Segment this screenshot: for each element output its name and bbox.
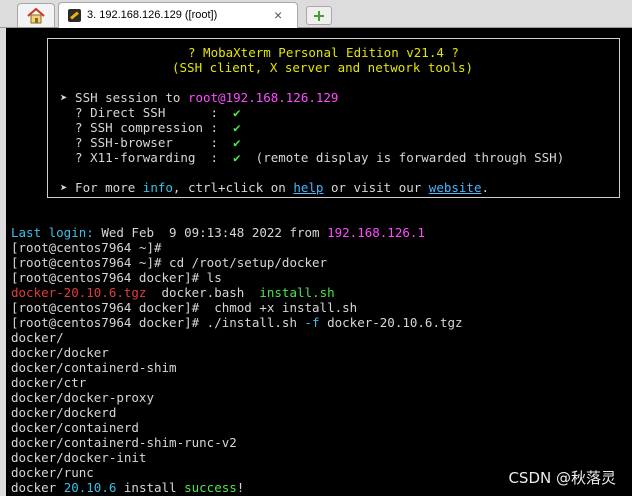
output-line: docker/docker-init xyxy=(11,450,147,465)
more-mid: , ctrl+click on xyxy=(172,180,294,195)
output-line: docker/dockerd xyxy=(11,405,117,420)
new-tab-icon xyxy=(314,10,324,21)
direct-ssh-label: ? Direct SSH : xyxy=(60,105,234,120)
output-line: docker/containerd xyxy=(11,420,139,435)
x11-note: (remote display is forwarded through SSH… xyxy=(240,150,565,165)
last-login-time: Wed Feb 9 09:13:48 2022 from xyxy=(93,225,328,240)
output-line: docker/docker-proxy xyxy=(11,390,154,405)
close-icon[interactable]: × xyxy=(274,7,282,23)
output-line: docker/containerd-shim-runc-v2 xyxy=(11,435,237,450)
info-link[interactable]: info xyxy=(143,180,173,195)
ssh-compression-label: ? SSH compression : xyxy=(60,120,234,135)
install-arg: docker-20.10.6.tgz xyxy=(319,315,463,330)
ls-bash-file: docker.bash xyxy=(146,285,260,300)
final-prefix: docker xyxy=(11,480,64,495)
output-line: docker/ctr xyxy=(11,375,87,390)
home-icon xyxy=(27,7,45,23)
output-line: docker/ xyxy=(11,330,64,345)
ls-sh-file: install.sh xyxy=(259,285,335,300)
final-version: 20.10.6 xyxy=(63,480,117,495)
more-mid2: or visit our xyxy=(323,180,429,195)
website-link[interactable]: website xyxy=(429,180,482,195)
banner-title: ? MobaXterm Personal Edition v21.4 ? xyxy=(188,45,459,60)
ssh-browser-line: ? SSH-browser : ✔ xyxy=(60,135,241,150)
session-tab[interactable]: 3. 192.168.126.129 ([root]) × xyxy=(58,2,298,28)
home-tab[interactable] xyxy=(17,3,55,27)
tab-bar: 3. 192.168.126.129 ([root]) × xyxy=(0,0,632,28)
ssh-session-line: ➤ SSH session to root@192.168.126.129 xyxy=(60,90,338,105)
ls-command-line: [root@centos7964 docker]# ls xyxy=(11,270,222,285)
more-prefix: ➤ For more xyxy=(60,180,143,195)
final-success: success xyxy=(184,480,237,495)
ssh-browser-label: ? SSH-browser : xyxy=(60,135,234,150)
help-link[interactable]: help xyxy=(293,180,323,195)
x11-forwarding-label: ? X11-forwarding : xyxy=(60,150,234,165)
check-icon: ✔ xyxy=(233,135,241,150)
install-flag: -f xyxy=(304,315,320,330)
install-prompt: [root@centos7964 docker]# ./install.sh xyxy=(11,315,305,330)
chmod-command-line: [root@centos7964 docker]# chmod +x insta… xyxy=(11,300,358,315)
ssh-session-prefix: ➤ SSH session to xyxy=(60,90,188,105)
x11-forwarding-line: ? X11-forwarding : ✔ (remote display is … xyxy=(60,150,564,165)
last-login-label: Last login: xyxy=(11,225,94,240)
more-info-line: ➤ For more info, ctrl+click on help or v… xyxy=(60,180,489,195)
output-line: docker/runc xyxy=(11,465,94,480)
banner-subtitle: (SSH client, X server and network tools) xyxy=(172,60,474,75)
direct-ssh-line: ? Direct SSH : ✔ xyxy=(60,105,241,120)
ls-tgz-file: docker-20.10.6.tgz xyxy=(11,285,147,300)
new-tab-button[interactable] xyxy=(306,6,332,25)
check-icon: ✔ xyxy=(233,120,241,135)
check-icon: ✔ xyxy=(233,105,241,120)
terminal-area[interactable]: ? MobaXterm Personal Edition v21.4 ? (SS… xyxy=(0,28,632,496)
ssh-target: root@192.168.126.129 xyxy=(187,90,339,105)
ls-output-line: docker-20.10.6.tgz docker.bash install.s… xyxy=(11,285,335,300)
watermark: CSDN @秋落灵 xyxy=(508,469,616,487)
more-end: . xyxy=(481,180,490,195)
terminal-icon xyxy=(68,9,81,22)
check-icon: ✔ xyxy=(233,150,241,165)
final-end: ! xyxy=(236,480,245,495)
final-mid: install xyxy=(116,480,185,495)
output-line: docker/docker xyxy=(11,345,109,360)
install-success-line: docker 20.10.6 install success! xyxy=(11,480,244,495)
prompt-line: [root@centos7964 ~]# xyxy=(11,240,162,255)
last-login-line: Last login: Wed Feb 9 09:13:48 2022 from… xyxy=(11,225,425,240)
last-login-ip: 192.168.126.1 xyxy=(327,225,425,240)
cd-command-line: [root@centos7964 ~]# cd /root/setup/dock… xyxy=(11,255,328,270)
output-line: docker/containerd-shim xyxy=(11,360,177,375)
session-tab-title: 3. 192.168.126.129 ([root]) xyxy=(87,9,218,21)
install-command-line: [root@centos7964 docker]# ./install.sh -… xyxy=(11,315,463,330)
ssh-compression-line: ? SSH compression : ✔ xyxy=(60,120,241,135)
